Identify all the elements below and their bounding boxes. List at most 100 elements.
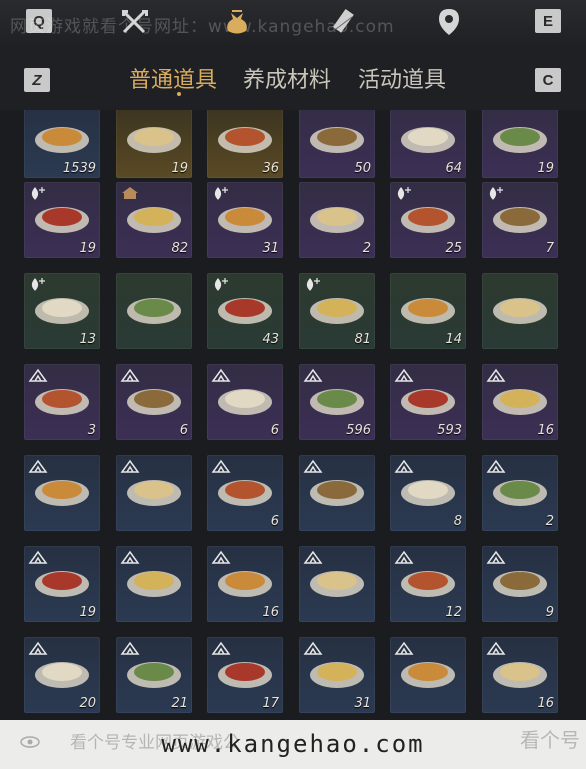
inventory-slot[interactable]: 19 bbox=[24, 546, 100, 622]
key-c-button[interactable]: C bbox=[535, 68, 561, 92]
inventory-slot[interactable]: 16 bbox=[482, 364, 558, 440]
steamed-buns-icon bbox=[401, 127, 455, 153]
tent-icon bbox=[303, 550, 323, 564]
inventory-slot[interactable]: 9 bbox=[482, 546, 558, 622]
item-count: 1539 bbox=[62, 161, 96, 176]
inventory-slot[interactable]: 13 bbox=[24, 273, 100, 349]
jade-tablet-icon bbox=[35, 127, 89, 153]
item-count: 50 bbox=[354, 161, 371, 176]
braised-bowl-icon bbox=[401, 298, 455, 324]
inventory-slot[interactable]: 19 bbox=[482, 110, 558, 178]
drop-plus-icon bbox=[214, 187, 228, 200]
inventory-slot[interactable]: 6 bbox=[207, 364, 283, 440]
inventory-slot[interactable] bbox=[482, 273, 558, 349]
tent-icon bbox=[486, 550, 506, 564]
item-count: 16 bbox=[262, 605, 279, 620]
tent-icon bbox=[120, 368, 140, 382]
inventory-slot[interactable]: 12 bbox=[390, 546, 466, 622]
item-count: 19 bbox=[171, 161, 188, 176]
inventory-slot[interactable]: 16 bbox=[207, 546, 283, 622]
tent-icon bbox=[486, 459, 506, 473]
inventory-slot[interactable]: 21 bbox=[116, 637, 192, 713]
inventory-slot[interactable]: 2 bbox=[482, 455, 558, 531]
inventory-slot[interactable] bbox=[299, 546, 375, 622]
inventory-slot[interactable]: 1539 bbox=[24, 110, 100, 178]
inventory-slot[interactable] bbox=[299, 455, 375, 531]
tent-icon bbox=[394, 368, 414, 382]
inventory-slot[interactable]: 36 bbox=[207, 110, 283, 178]
inventory-slot[interactable]: 3 bbox=[24, 364, 100, 440]
scroll-icon[interactable] bbox=[328, 6, 362, 38]
drop-plus-icon bbox=[397, 187, 411, 200]
tent-icon bbox=[211, 641, 231, 655]
site-url[interactable]: www.kangehao.com bbox=[0, 730, 586, 758]
inventory-slot[interactable]: 17 bbox=[207, 637, 283, 713]
inventory-slot[interactable]: 593 bbox=[390, 364, 466, 440]
key-e-button[interactable]: E bbox=[535, 9, 561, 33]
inventory-slot[interactable]: 14 bbox=[390, 273, 466, 349]
crossed-swords-icon[interactable] bbox=[118, 6, 152, 38]
tab-event-items[interactable]: 活动道具 bbox=[358, 62, 446, 94]
inventory-slot[interactable]: 8 bbox=[390, 455, 466, 531]
item-count: 16 bbox=[537, 423, 554, 438]
inventory-slot[interactable]: 31 bbox=[299, 637, 375, 713]
tent-icon bbox=[28, 368, 48, 382]
tent-icon bbox=[303, 368, 323, 382]
item-count: 81 bbox=[354, 332, 371, 347]
item-count: 21 bbox=[171, 696, 188, 711]
item-count: 2 bbox=[362, 241, 371, 256]
tent-icon bbox=[120, 550, 140, 564]
item-count: 7 bbox=[545, 241, 554, 256]
inventory-slot[interactable] bbox=[116, 546, 192, 622]
porridge-bowl-icon bbox=[493, 127, 547, 153]
tent-icon bbox=[28, 550, 48, 564]
item-count: 17 bbox=[262, 696, 279, 711]
inventory-slot[interactable]: 6 bbox=[207, 455, 283, 531]
tent-icon bbox=[394, 459, 414, 473]
inventory-slot[interactable]: 64 bbox=[390, 110, 466, 178]
tab-bar: Z 普通道具 养成材料 活动道具 C bbox=[0, 44, 586, 110]
inventory-slot[interactable] bbox=[116, 455, 192, 531]
money-bag-icon[interactable] bbox=[220, 6, 254, 38]
inventory-slot[interactable]: 81 bbox=[299, 273, 375, 349]
tab-normal-items[interactable]: 普通道具 bbox=[129, 62, 217, 94]
inventory-slot[interactable] bbox=[390, 637, 466, 713]
inventory-slot[interactable]: 19 bbox=[116, 110, 192, 178]
inventory-slot[interactable]: 596 bbox=[299, 364, 375, 440]
inventory-slot[interactable]: 82 bbox=[116, 182, 192, 258]
key-z-button[interactable]: Z bbox=[24, 68, 50, 92]
inventory-slot[interactable]: 25 bbox=[390, 182, 466, 258]
inventory-slot[interactable]: 31 bbox=[207, 182, 283, 258]
item-count: 19 bbox=[537, 161, 554, 176]
ribs-icon bbox=[127, 298, 181, 324]
inventory-slot[interactable]: 16 bbox=[482, 637, 558, 713]
item-count: 13 bbox=[79, 332, 96, 347]
inventory-slot[interactable]: 2 bbox=[299, 182, 375, 258]
top-bar: Q 网页游戏就看个号网址：www.kangehao.com E bbox=[0, 0, 586, 45]
inventory-slot[interactable]: 6 bbox=[116, 364, 192, 440]
inventory-slot[interactable] bbox=[116, 273, 192, 349]
item-count: 36 bbox=[262, 161, 279, 176]
item-count: 64 bbox=[445, 161, 462, 176]
inventory-slot[interactable]: 20 bbox=[24, 637, 100, 713]
item-count: 25 bbox=[445, 241, 462, 256]
drop-plus-icon bbox=[214, 278, 228, 291]
inventory-slot[interactable]: 19 bbox=[24, 182, 100, 258]
inventory-slot[interactable]: 7 bbox=[482, 182, 558, 258]
inventory-slot[interactable] bbox=[24, 455, 100, 531]
wine-jar-icon bbox=[310, 207, 364, 233]
censer-icon bbox=[127, 127, 181, 153]
active-tab-indicator bbox=[177, 92, 181, 96]
house-icon bbox=[122, 187, 138, 199]
item-count: 6 bbox=[270, 514, 279, 529]
item-count: 19 bbox=[79, 605, 96, 620]
tent-icon bbox=[486, 368, 506, 382]
tab-growth-materials[interactable]: 养成材料 bbox=[243, 62, 331, 94]
item-count: 19 bbox=[79, 241, 96, 256]
location-pin-icon[interactable] bbox=[432, 6, 466, 38]
inventory-slot[interactable]: 43 bbox=[207, 273, 283, 349]
item-count: 82 bbox=[171, 241, 188, 256]
item-count: 14 bbox=[445, 332, 462, 347]
inventory-slot[interactable]: 50 bbox=[299, 110, 375, 178]
tent-icon bbox=[28, 459, 48, 473]
